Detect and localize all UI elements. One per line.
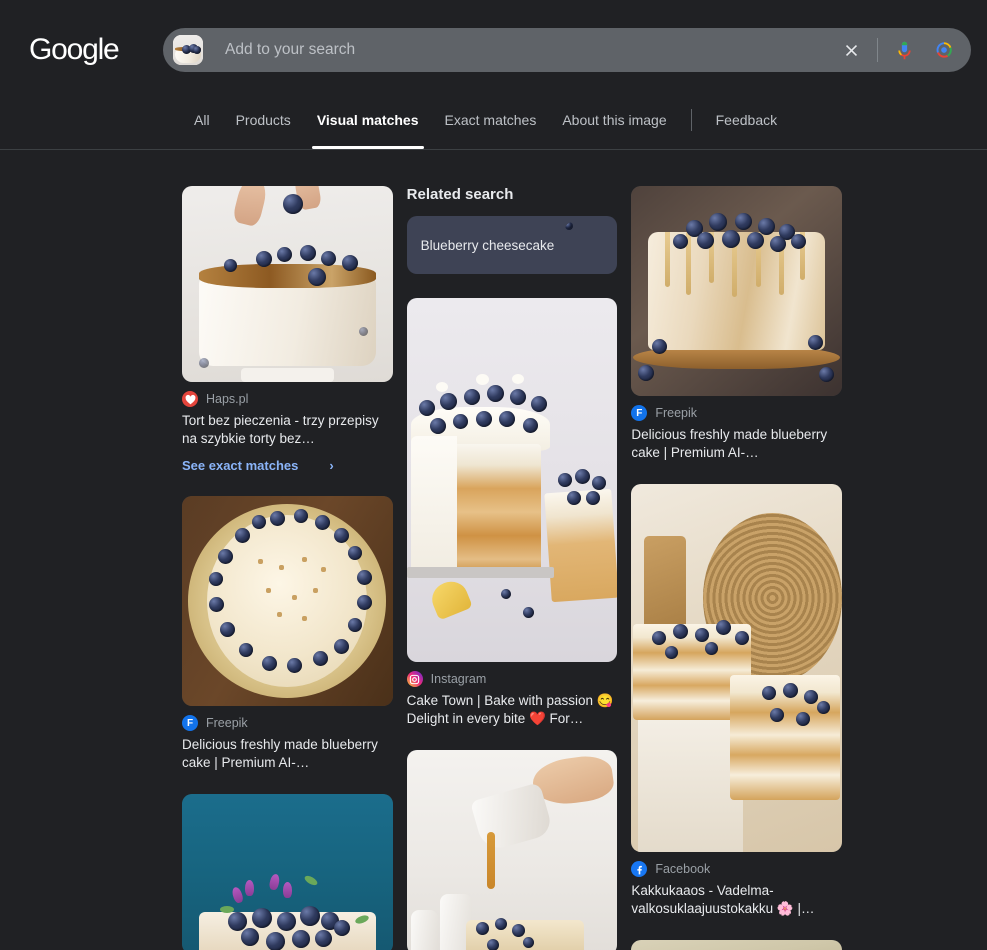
tab-feedback[interactable]: Feedback [703,100,790,140]
see-exact-matches-link[interactable]: See exact matches › [182,457,393,474]
result-source-name: Freepik [655,406,698,420]
result-source: Facebook [631,861,842,877]
result-image-teal-blueberry-cake[interactable] [182,794,393,950]
photo-white-frosted-cake [182,186,393,382]
tab-about-this-image[interactable]: About this image [549,100,679,140]
result-title[interactable]: Delicious freshly made blueberry cake | … [631,426,842,462]
result-card[interactable]: Facebook Kakkukaaos - Vadelma-valkosukla… [631,484,843,918]
result-image-partial-bottom[interactable] [631,940,843,950]
google-logo[interactable]: Google [29,33,121,67]
instagram-favicon [406,671,423,687]
result-source-name: Freepik [206,716,248,730]
result-title[interactable]: Kakkukaaos - Vadelma-valkosuklaajuustoka… [631,882,842,918]
photo-naked-sponge-cakes [631,484,843,852]
result-image-sliced-layer-cake[interactable] [406,298,618,662]
related-search-chip-blueberry-cheesecake[interactable]: Blueberry cheesecake [406,216,618,274]
close-icon-glyph [845,44,857,56]
haps-favicon-glyph [185,394,195,404]
photo-partial-bottom [631,940,843,950]
results-column-3: F Freepik Delicious freshly made blueber… [631,186,843,950]
result-image-caramel-pour[interactable] [406,750,618,950]
tab-all[interactable]: All [181,100,223,140]
result-source-name: Instagram [430,672,487,686]
result-card[interactable] [406,750,618,950]
see-exact-matches-label: See exact matches [182,458,299,473]
photo-drip-cake [631,186,843,396]
search-thumbnail[interactable] [173,35,203,65]
tab-visual-matches[interactable]: Visual matches [304,100,432,149]
haps-favicon [182,391,198,407]
google-lens-icon-glyph [936,42,952,58]
search-thumbnail-image [173,35,203,65]
tab-products[interactable]: Products [223,100,304,140]
result-image-naked-sponge-cakes[interactable] [631,484,843,852]
see-exact-matches-thumbnail [305,457,322,474]
microphone-icon[interactable] [891,37,917,63]
result-card[interactable]: F Freepik Delicious freshly made blueber… [631,186,843,462]
photo-sliced-layer-cake [406,298,618,662]
microphone-icon-glyph [897,41,911,59]
facebook-favicon [631,861,648,877]
results-grid: Haps.pl Tort bez pieczenia - trzy przepi… [182,186,843,950]
result-card[interactable]: F Freepik Delicious freshly made blueber… [182,496,393,772]
result-title[interactable]: Tort bez pieczenia - trzy przepisy na sz… [182,412,393,448]
page-header: Google [0,0,987,100]
related-search-chip-thumbnail [565,222,611,268]
search-input[interactable] [225,35,838,65]
result-source-name: Haps.pl [206,392,249,406]
result-source-name: Facebook [655,862,711,876]
result-source: F Freepik [631,405,842,421]
close-icon[interactable] [838,37,864,63]
results-column-1: Haps.pl Tort bez pieczenia - trzy przepi… [182,186,393,950]
photo-caramel-pour [406,750,618,950]
tab-separator [690,109,692,131]
related-search-heading: Related search [406,186,514,203]
facebook-favicon-glyph [637,865,642,874]
result-title[interactable]: Cake Town | Bake with passion 😋 Delight … [407,692,618,728]
result-source: Instagram [406,671,618,687]
results-area: Haps.pl Tort bez pieczenia - trzy przepi… [0,150,987,950]
search-bar[interactable] [163,28,971,72]
result-image-blueberry-ring-cake[interactable] [182,496,393,706]
result-source: F Freepik [182,715,393,731]
result-source: Haps.pl [182,391,393,407]
result-card[interactable] [631,940,843,950]
result-card[interactable]: Haps.pl Tort bez pieczenia - trzy przepi… [182,186,393,474]
results-column-2: Related search Blueberry cheesecake Inst… [406,186,618,950]
result-card[interactable]: Instagram Cake Town | Bake with passion … [406,298,618,728]
freepik-favicon: F [182,715,198,731]
freepik-favicon: F [631,405,648,421]
related-search-chip-label: Blueberry cheesecake [420,237,555,253]
svg-text:Google: Google [29,34,119,66]
search-divider [877,38,878,62]
result-title[interactable]: Delicious freshly made blueberry cake | … [182,736,393,772]
tab-exact-matches[interactable]: Exact matches [432,100,550,140]
photo-teal-blueberry-cake [182,794,393,950]
google-lens-icon[interactable] [931,37,957,63]
result-image-drip-cake[interactable] [631,186,843,396]
result-image-white-frosted-cake[interactable] [182,186,393,382]
instagram-favicon-glyph [409,674,420,684]
result-card[interactable] [182,794,393,950]
photo-blueberry-ring-cake [182,496,393,706]
nav-tabs: All Products Visual matches Exact matche… [0,100,987,150]
chevron-right-icon: › [329,458,334,473]
google-logo-wordmark: Google [29,34,120,66]
